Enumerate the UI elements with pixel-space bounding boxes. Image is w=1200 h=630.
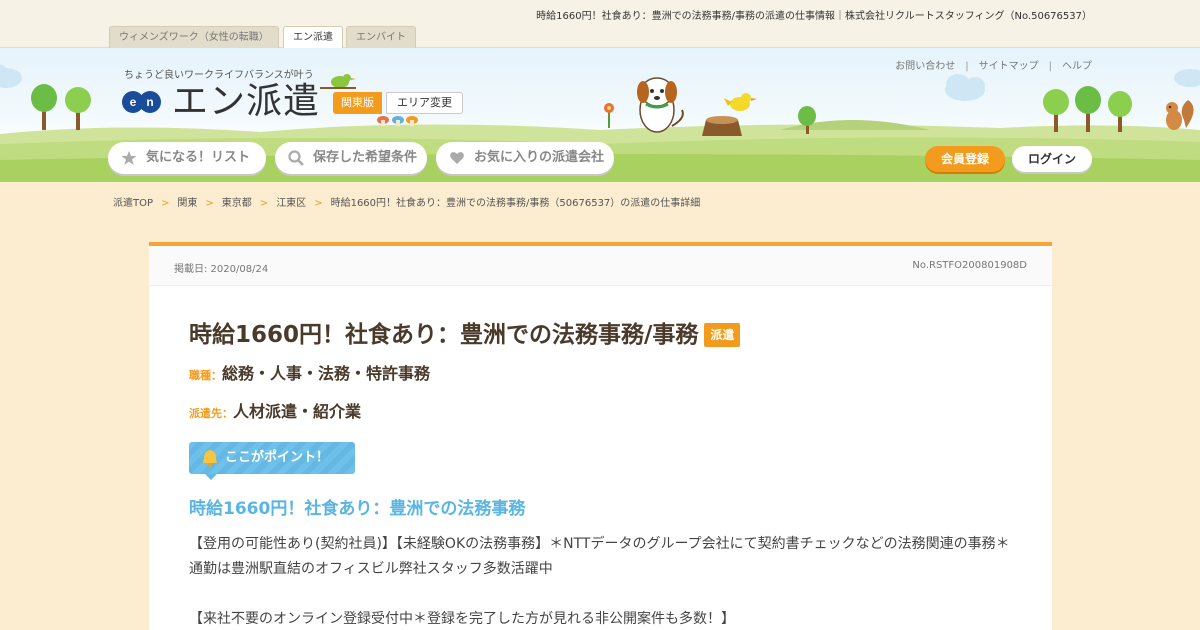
tab-en-baito[interactable]: エンバイト [346, 26, 416, 48]
sitemap-link[interactable]: サイトマップ [979, 61, 1039, 72]
watchlist-label: 気になる！リスト [146, 150, 251, 165]
watchlist-button[interactable]: 気になる！リスト [108, 142, 266, 174]
point-heading: ここがポイント！ [189, 442, 355, 480]
bell-icon [203, 450, 217, 467]
bird-icon [724, 93, 757, 111]
breadcrumb-item[interactable]: 江東区 [276, 198, 306, 209]
contact-link[interactable]: お問い合わせ [895, 61, 955, 72]
dog-icon [637, 77, 684, 133]
heart-icon [450, 152, 464, 164]
flower-icon [604, 103, 614, 128]
breadcrumb-current: 時給1660円！社食あり：豊洲での法務事務/事務（50676537）の派遣の仕事… [330, 198, 701, 209]
posted-date: 掲載日: 2020/08/24 [174, 264, 269, 275]
job-title-text: 時給1660円！社食あり：豊洲での法務事務/事務 [189, 322, 699, 348]
utility-links: お問い合わせ | サイトマップ | ヘルプ [895, 61, 1092, 72]
mushroom-icon [377, 116, 418, 126]
breadcrumb: 派遣TOP > 関東 > 東京都 > 江東区 > 時給1660円！社食あり：豊洲での法務事務/事… [113, 198, 701, 209]
job-title: 時給1660円！社食あり：豊洲での法務事務/事務 派遣 [189, 315, 741, 349]
favorite-agencies-button[interactable]: お気に入りの派遣会社 [436, 142, 614, 174]
saved-conditions-button[interactable]: 保存した希望条件 [275, 142, 427, 174]
dispatch-value: 人材派遣・紹介業 [233, 402, 362, 421]
site-header: ちょうど良いワークライフバランスが叶う e n エン派遣 関東版 エリア変更 お… [0, 48, 1200, 182]
point-heading-text: ここがポイント！ [225, 450, 330, 465]
favorite-agencies-label: お気に入りの派遣会社 [474, 150, 605, 165]
register-button[interactable]: 会員登録 [925, 146, 1005, 172]
svg-text:e: e [130, 95, 137, 109]
region-label: 関東版 [333, 92, 382, 114]
area-change-button[interactable]: エリア変更 [386, 92, 463, 114]
help-link[interactable]: ヘルプ [1062, 61, 1092, 72]
squirrel-icon [1166, 100, 1194, 130]
svg-text:n: n [146, 95, 153, 109]
breadcrumb-item[interactable]: 関東 [177, 198, 197, 209]
job-meta-bar: 掲載日: 2020/08/24 No.RSTFO200801908D [149, 246, 1052, 286]
top-bar: 時給1660円！社食あり：豊洲での法務事務/事務の派遣の仕事情報｜株式会社リクル… [0, 0, 1200, 49]
breadcrumb-item[interactable]: 東京都 [222, 198, 252, 209]
login-button[interactable]: ログイン [1012, 146, 1092, 172]
occupation-label: 職種： [189, 369, 222, 382]
tab-en-haken[interactable]: エン派遣 [283, 26, 343, 49]
tagline: ちょうど良いワークライフバランスが叶う [124, 70, 314, 81]
employment-type-badge: 派遣 [704, 323, 741, 347]
stump-icon [702, 116, 742, 136]
job-number: No.RSTFO200801908D [912, 260, 1027, 271]
occupation-row: 職種：総務・人事・法務・特許事務 [189, 360, 430, 384]
dispatch-label: 派遣先： [189, 407, 233, 420]
job-description: 【登用の可能性あり(契約社員)】【未経験OKの法務事務】＊NTTデータのグループ… [189, 536, 1010, 577]
star-icon [121, 151, 137, 165]
dispatch-row: 派遣先：人材派遣・紹介業 [189, 398, 361, 422]
job-detail-card: 掲載日: 2020/08/24 No.RSTFO200801908D 時給166… [149, 242, 1052, 630]
breadcrumb-item[interactable]: 派遣TOP [113, 198, 153, 209]
job-catchphrase: 時給1660円！社食あり：豊洲での法務事務 [189, 499, 526, 519]
page-info-text: 時給1660円！社食あり：豊洲での法務事務/事務の派遣の仕事情報｜株式会社リクル… [536, 11, 1092, 22]
en-logo-icon[interactable]: e n [122, 91, 161, 113]
job-description-note: 【来社不要のオンライン登録受付中＊登録を完了した方が見れる非公開案件も多数！】 [189, 611, 735, 627]
saved-conditions-label: 保存した希望条件 [313, 150, 418, 165]
occupation-value: 総務・人事・法務・特許事務 [222, 364, 431, 383]
tree-icon [31, 84, 91, 130]
search-icon [288, 150, 304, 166]
tab-womens-work[interactable]: ウィメンズワーク（女性の転職） [109, 26, 279, 48]
site-logo[interactable]: エン派遣 [172, 82, 320, 122]
bird-icon [320, 74, 356, 89]
